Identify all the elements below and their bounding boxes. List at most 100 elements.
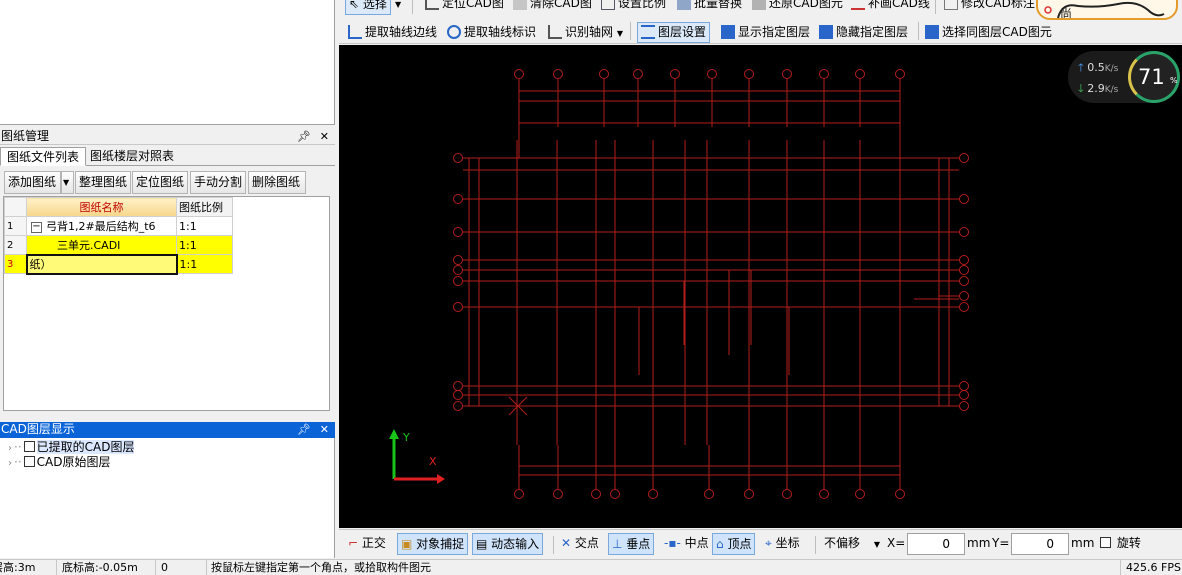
axis-bubble xyxy=(895,489,905,499)
redraw-cad-line-button[interactable]: 补画CAD线 xyxy=(851,0,930,15)
dropdown-arrow-icon[interactable]: ▼ xyxy=(617,29,623,38)
axis-bubble xyxy=(819,489,829,499)
checkbox[interactable] xyxy=(23,441,35,452)
show-layer-label: 显示指定图层 xyxy=(738,25,811,39)
object-snap-toggle[interactable]: ▣ 对象捕捉 xyxy=(397,533,469,555)
cad-hide-icon xyxy=(819,25,833,39)
tree-item-original-layers[interactable]: › ·· CAD原始图层 xyxy=(8,455,110,470)
drawing-panel-title-text: 图纸管理 xyxy=(1,129,50,143)
cursor-icon: ⇖ xyxy=(349,0,360,11)
axis-bubble xyxy=(453,401,463,411)
select-button[interactable]: ⇖ 选择 xyxy=(345,0,391,15)
restore-cad-button[interactable]: 还原CAD图元 xyxy=(752,0,843,15)
snap-icon: ▣ xyxy=(401,537,413,551)
intersection-snap[interactable]: ✕ 交点 xyxy=(558,533,602,555)
manual-split-button[interactable]: 手动分割 xyxy=(190,171,246,194)
x-coordinate-input[interactable]: 0 xyxy=(907,533,965,555)
restore-icon xyxy=(752,0,766,10)
table-row[interactable]: 1 − 弓背1,2#最后结构_t6 1:1 xyxy=(4,216,233,236)
axis-bubble xyxy=(453,381,463,391)
corner-cell xyxy=(4,197,27,217)
y-arrowhead-icon xyxy=(389,429,399,439)
memory-gauge: 71% xyxy=(1128,51,1180,103)
layer-settings-button[interactable]: 图层设置 xyxy=(637,22,711,43)
intersection-label: 交点 xyxy=(574,536,599,550)
tree-item-extracted-layers[interactable]: › ·· 已提取的CAD图层 xyxy=(8,440,135,455)
select-dropdown-icon[interactable]: ▼ xyxy=(395,0,401,15)
x-label: X= xyxy=(887,536,906,550)
show-layer-button[interactable]: 显示指定图层 xyxy=(721,24,810,43)
drawing-ratio-cell[interactable]: 1:1 xyxy=(176,254,233,274)
x-axis-label: X xyxy=(429,455,437,468)
close-icon[interactable]: ✕ xyxy=(320,129,329,144)
select-label: 选择 xyxy=(362,0,387,11)
axis-bubble xyxy=(610,489,620,499)
vertex-snap[interactable]: ⌂ 顶点 xyxy=(712,533,756,555)
separator xyxy=(412,0,413,14)
identify-axis-grid-button[interactable]: 识别轴网 ▼ xyxy=(548,24,623,43)
coordinate-snap[interactable]: ⌖ 坐标 xyxy=(762,533,803,555)
network-speed-widget[interactable]: 🡑︎ 0.5K/s 🡓︎ 2.9K/s 71% xyxy=(1068,51,1180,103)
tab-drawing-file-list[interactable]: 图纸文件列表 xyxy=(0,147,87,166)
axis-bubble xyxy=(959,291,969,301)
pin-icon[interactable]: 📌︎ xyxy=(297,129,311,144)
row-number: 1 xyxy=(4,216,27,236)
floating-assistant-sticker[interactable]: 尚 xyxy=(1036,0,1178,20)
expand-chevron-icon[interactable]: › xyxy=(8,443,12,454)
select-same-layer-button[interactable]: 选择同图层CAD图元 xyxy=(925,24,1052,43)
dynamic-input-toggle[interactable]: ▤ 动态输入 xyxy=(472,533,544,555)
column-header-ratio[interactable]: 图纸比例 xyxy=(176,197,233,217)
close-icon[interactable]: ✕ xyxy=(320,422,329,437)
locate-cad-button[interactable]: 定位CAD图 xyxy=(425,0,504,15)
expand-chevron-icon[interactable]: › xyxy=(8,458,12,469)
y-coordinate-input[interactable]: 0 xyxy=(1011,533,1069,555)
pin-icon[interactable]: 📌︎ xyxy=(297,422,311,437)
drawing-ratio-cell[interactable]: 1:1 xyxy=(176,235,233,255)
add-drawing-dropdown-icon[interactable]: ▼ xyxy=(61,171,74,194)
ortho-toggle[interactable]: ⌐ 正交 xyxy=(345,533,389,555)
checkbox[interactable] xyxy=(23,456,35,467)
table-row[interactable]: 3 纸） 1:1 xyxy=(4,253,233,275)
coordinate-label: 坐标 xyxy=(775,536,800,550)
midpoint-snap[interactable]: -▪- 中点 xyxy=(661,533,712,555)
cad-drawing-canvas[interactable]: YX 🡑︎ 0.5K/s 🡓︎ 2.9K/s 71% xyxy=(339,45,1182,528)
offset-value: 不偏移 xyxy=(824,536,861,550)
axis-bubble xyxy=(959,153,969,163)
table-row[interactable]: 2 三单元.CADI 1:1 xyxy=(4,235,233,255)
extract-axis-edge-button[interactable]: 提取轴线边线 xyxy=(348,24,437,43)
modify-cad-annotation-label: 修改CAD标注 xyxy=(961,0,1035,10)
organize-drawing-button[interactable]: 整理图纸 xyxy=(75,171,131,194)
axis-bubble xyxy=(514,69,524,79)
axis-bubble xyxy=(453,194,463,204)
add-drawing-button[interactable]: 添加图纸 xyxy=(4,171,61,194)
drawing-name-edit-cell[interactable]: 纸） xyxy=(25,253,178,275)
delete-drawing-button[interactable]: 删除图纸 xyxy=(248,171,306,194)
axis-bubble xyxy=(855,69,865,79)
rotate-checkbox[interactable] xyxy=(1100,537,1111,548)
drawing-ratio-cell[interactable]: 1:1 xyxy=(176,216,233,236)
axis-bubble xyxy=(782,489,792,499)
axis-bubble xyxy=(453,276,463,286)
collapse-icon[interactable]: − xyxy=(31,221,42,233)
axis-bubble xyxy=(599,69,609,79)
upload-value: 0.5 xyxy=(1087,61,1105,74)
set-scale-button[interactable]: 设置比例 xyxy=(601,0,666,15)
axis-bubble xyxy=(744,489,754,499)
hide-layer-button[interactable]: 隐藏指定图层 xyxy=(819,24,908,43)
select-same-layer-label: 选择同图层CAD图元 xyxy=(942,25,1052,39)
batch-replace-button[interactable]: 批量替换 xyxy=(677,0,742,15)
drawing-name-cell[interactable]: 三单元.CADI xyxy=(26,235,177,255)
column-header-name[interactable]: 图纸名称 xyxy=(26,197,177,217)
rotate-label: 旋转 xyxy=(1116,536,1141,550)
rotate-toggle[interactable]: 旋转 xyxy=(1097,533,1144,555)
clear-cad-button[interactable]: 清除CAD图 xyxy=(513,0,592,15)
tab-floor-map[interactable]: 图纸楼层对照表 xyxy=(84,147,180,166)
perpendicular-snap[interactable]: ⊥ 垂点 xyxy=(608,533,655,555)
extract-axis-label-button[interactable]: 提取轴线标识 xyxy=(447,24,536,43)
drawing-name-cell[interactable]: − 弓背1,2#最后结构_t6 xyxy=(26,216,177,236)
modify-cad-annotation-button[interactable]: 修改CAD标注 xyxy=(944,0,1035,15)
axis-bubble xyxy=(959,302,969,312)
svg-text:尚: 尚 xyxy=(1060,7,1072,20)
locate-drawing-button[interactable]: 定位图纸 xyxy=(132,171,188,194)
offset-select[interactable]: 不偏移 ▼ xyxy=(821,533,883,555)
